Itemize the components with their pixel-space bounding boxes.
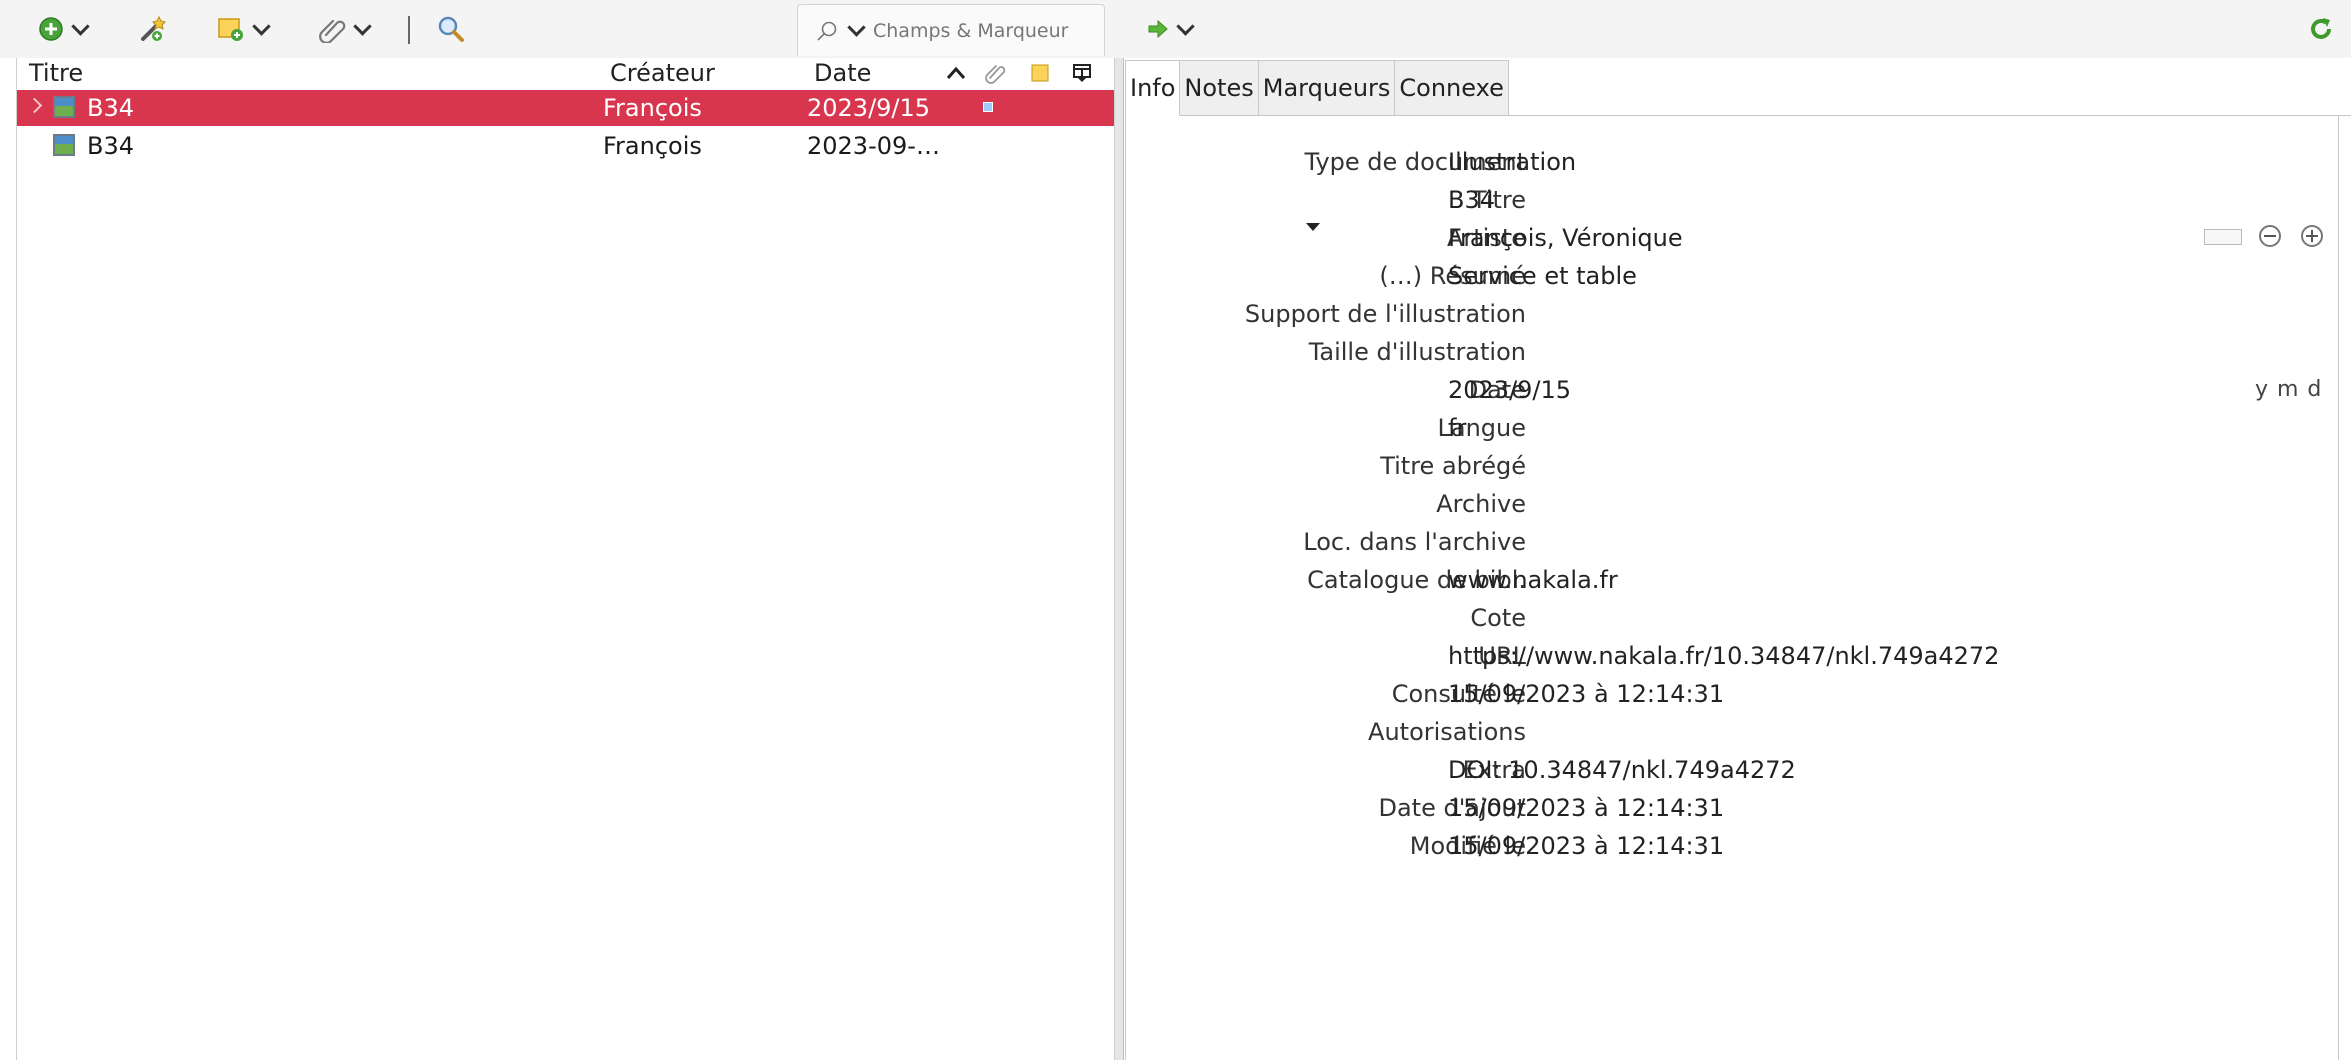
advanced-search-button[interactable]	[437, 14, 465, 44]
toolbar-separator	[408, 16, 410, 44]
items-tree[interactable]: Titre Créateur Date B34 François 2023/9/…	[16, 58, 1115, 1060]
new-item-button[interactable]	[38, 14, 90, 44]
info-panel: Type de document Illustration Titre B34 …	[1125, 116, 2339, 1060]
creator-menu-triangle-icon[interactable]	[1306, 223, 1320, 231]
chevron-down-icon	[1176, 16, 1195, 36]
sync-button[interactable]	[2308, 14, 2334, 44]
row-date: 2023/9/15	[807, 94, 931, 122]
item-tabs: Info Notes Marqueurs Connexe	[1125, 60, 1509, 116]
field-label-call-number: Cote	[1470, 604, 1526, 632]
new-note-button[interactable]	[217, 14, 271, 44]
search-input[interactable]: Champs & Marqueur	[797, 4, 1105, 56]
expand-twisty-icon[interactable]	[26, 97, 43, 114]
attachments-column-icon[interactable]	[984, 62, 1006, 84]
column-header-date[interactable]: Date	[814, 58, 871, 88]
field-label-medium: Support de l'illustration	[1244, 300, 1526, 328]
creator-mode-switch[interactable]	[2204, 229, 2242, 245]
field-value-date[interactable]: 2023/9/15	[1448, 376, 1571, 404]
row-title: B34	[87, 132, 135, 160]
search-placeholder: Champs & Marqueur	[873, 19, 1069, 42]
field-value-item-type[interactable]: Illustration	[1448, 148, 1576, 176]
pane-splitter[interactable]	[1114, 58, 1124, 1060]
notes-column-icon[interactable]	[1031, 64, 1049, 82]
column-header-creator[interactable]: Créateur	[610, 58, 715, 88]
item-pane: Info Notes Marqueurs Connexe Type de doc…	[1125, 58, 2351, 1060]
field-value-language[interactable]: fr	[1448, 414, 1466, 442]
row-title: B34	[87, 94, 135, 122]
tab-related[interactable]: Connexe	[1394, 60, 1509, 115]
chevron-down-icon	[353, 16, 372, 36]
field-value-library-catalog[interactable]: www.nakala.fr	[1448, 566, 1618, 594]
search-icon	[817, 21, 837, 41]
column-header-title[interactable]: Titre	[29, 58, 83, 88]
field-value-modified: 15/09/2023 à 12:14:31	[1448, 832, 1725, 860]
add-creator-icon[interactable]	[2301, 225, 2323, 247]
search-mode-chevron-icon[interactable]	[847, 18, 866, 37]
tab-tags[interactable]: Marqueurs	[1257, 60, 1396, 115]
field-label-archive-location: Loc. dans l'archive	[1303, 528, 1526, 556]
remove-creator-icon[interactable]	[2259, 225, 2281, 247]
field-value-title[interactable]: B34	[1448, 186, 1495, 214]
chevron-down-icon	[252, 16, 271, 36]
attachment-status-icon	[983, 102, 993, 112]
field-value-url[interactable]: https://www.nakala.fr/10.34847/nkl.749a4…	[1448, 642, 1999, 670]
illustration-icon	[53, 134, 75, 156]
magic-wand-icon	[141, 15, 166, 41]
note-add-icon	[218, 18, 243, 41]
field-value-extra[interactable]: DOI: 10.34847/nkl.749a4272	[1448, 756, 1796, 784]
tab-info[interactable]: Info	[1125, 60, 1181, 116]
table-row[interactable]: B34 François 2023/9/15	[17, 90, 1114, 126]
main-toolbar: Champs & Marqueur	[0, 0, 2351, 58]
tab-notes[interactable]: Notes	[1179, 60, 1259, 115]
plus-circle-icon	[39, 17, 63, 41]
field-label-rights: Autorisations	[1368, 718, 1526, 746]
field-label-size: Taille d'illustration	[1308, 338, 1526, 366]
arrow-right-icon	[1148, 19, 1168, 39]
table-row[interactable]: B34 François 2023-09-…	[17, 128, 1114, 164]
field-label-short-title: Titre abrégé	[1380, 452, 1526, 480]
date-format-hint: y m d	[2255, 377, 2323, 402]
illustration-icon	[53, 96, 75, 118]
row-date: 2023-09-…	[807, 132, 940, 160]
locate-button[interactable]	[1147, 14, 1195, 44]
field-value-date-added: 15/09/2023 à 12:14:31	[1448, 794, 1725, 822]
field-value-abstract[interactable]: Service et table	[1448, 262, 1637, 290]
sync-icon	[2311, 18, 2331, 39]
magnifier-icon	[438, 16, 464, 42]
sort-ascending-icon[interactable]	[945, 64, 967, 82]
field-value-artist[interactable]: François, Véronique	[1448, 224, 1683, 252]
row-creator: François	[603, 132, 702, 160]
column-picker-icon[interactable]	[1072, 63, 1092, 83]
add-by-identifier-button[interactable]	[138, 14, 168, 44]
field-value-accessed[interactable]: 15/09/2023 à 12:14:31	[1448, 680, 1724, 708]
chevron-down-icon	[71, 16, 90, 36]
field-label-archive: Archive	[1436, 490, 1526, 518]
row-creator: François	[603, 94, 702, 122]
paperclip-icon	[319, 19, 346, 43]
add-attachment-button[interactable]	[318, 14, 372, 44]
